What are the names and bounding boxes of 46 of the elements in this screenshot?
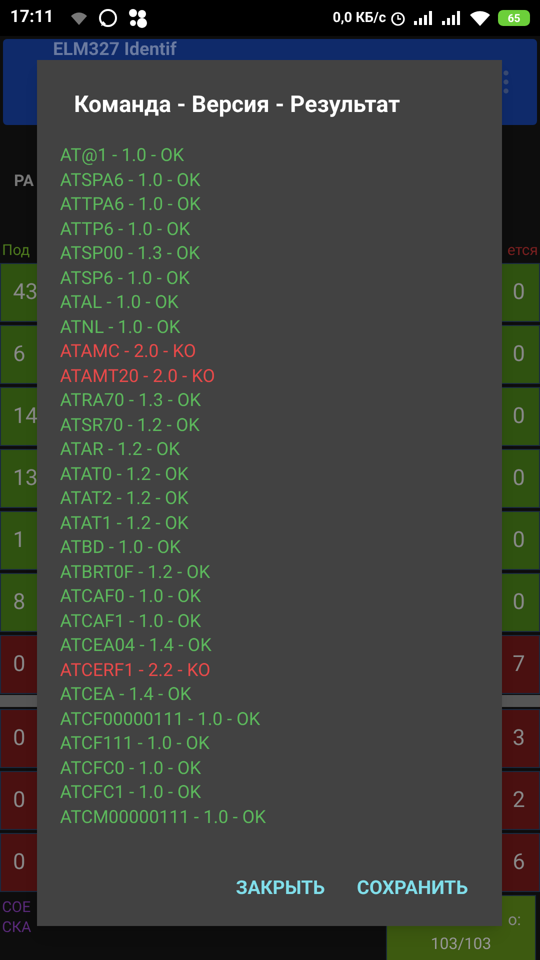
status-label: Под <box>2 240 30 260</box>
status-label: ется <box>507 240 538 260</box>
command-result: ATTPA6 - 1.0 - OK <box>60 193 202 217</box>
app-title: ELM327 Identif <box>53 40 177 60</box>
command-result: ATAL - 1.0 - OK <box>60 291 180 315</box>
command-result: ATCFC1 - 1.0 - OK <box>60 781 202 805</box>
command-result: ATAT2 - 1.2 - OK <box>60 487 190 511</box>
command-result: ATSP00 - 1.3 - OK <box>60 242 201 266</box>
command-result: ATAR - 1.2 - OK <box>60 438 181 462</box>
more-icon[interactable] <box>503 70 509 94</box>
command-result: ATBD - 1.0 - OK <box>60 536 182 560</box>
battery-icon: 65 <box>498 10 530 26</box>
command-result: ATRA70 - 1.3 - OK <box>60 389 202 413</box>
command-result: ATTP6 - 1.0 - OK <box>60 218 192 242</box>
command-result: ATCF111 - 1.0 - OK <box>60 732 211 756</box>
connection-status: СОЕ <box>2 897 32 917</box>
apps-icon <box>128 8 148 28</box>
command-result: ATCEA04 - 1.4 - OK <box>60 634 212 658</box>
command-result: ATCAF1 - 1.0 - OK <box>60 610 202 634</box>
command-result: ATSP6 - 1.0 - OK <box>60 266 191 290</box>
alarm-icon <box>390 10 406 26</box>
command-result: ATCF00000111 - 1.0 - OK <box>60 708 262 732</box>
chat-icon <box>98 8 118 28</box>
command-result: ATBRT0F - 1.2 - OK <box>60 560 212 584</box>
command-result: ATCEA - 1.4 - OK <box>60 683 192 707</box>
signal-icon <box>414 11 434 25</box>
clock: 17:11 <box>10 6 54 30</box>
command-result: ATAT1 - 1.2 - OK <box>60 512 190 536</box>
command-result: ATAMT20 - 2.0 - KO <box>60 364 216 388</box>
command-result: ATCM00000111 - 1.0 - OK <box>60 806 267 830</box>
command-result: ATCAF0 - 1.0 - OK <box>60 585 202 609</box>
network-speed: 0,0 КБ/с <box>332 8 386 28</box>
command-result: ATCFC0 - 1.0 - OK <box>60 756 202 780</box>
command-result: ATAT0 - 1.2 - OK <box>60 462 190 486</box>
scan-status: СКА <box>2 917 32 937</box>
dialog-title: Команда - Версия - Результат <box>73 90 402 120</box>
wifi-icon <box>470 10 490 26</box>
command-result: ATAMC - 2.0 - KO <box>60 340 198 364</box>
command-result: ATSPA6 - 1.0 - OK <box>60 168 202 192</box>
close-button[interactable]: ЗАКРЫТЬ <box>226 866 335 910</box>
command-result: ATCERF1 - 2.2 - KO <box>60 658 212 682</box>
command-result: ATNL - 1.0 - OK <box>60 316 182 340</box>
command-result: AT@1 - 1.0 - OK <box>60 144 186 168</box>
signal-icon <box>442 11 462 25</box>
command-result: ATSR70 - 1.2 - OK <box>60 414 201 438</box>
tab-label[interactable]: РА <box>14 169 34 193</box>
